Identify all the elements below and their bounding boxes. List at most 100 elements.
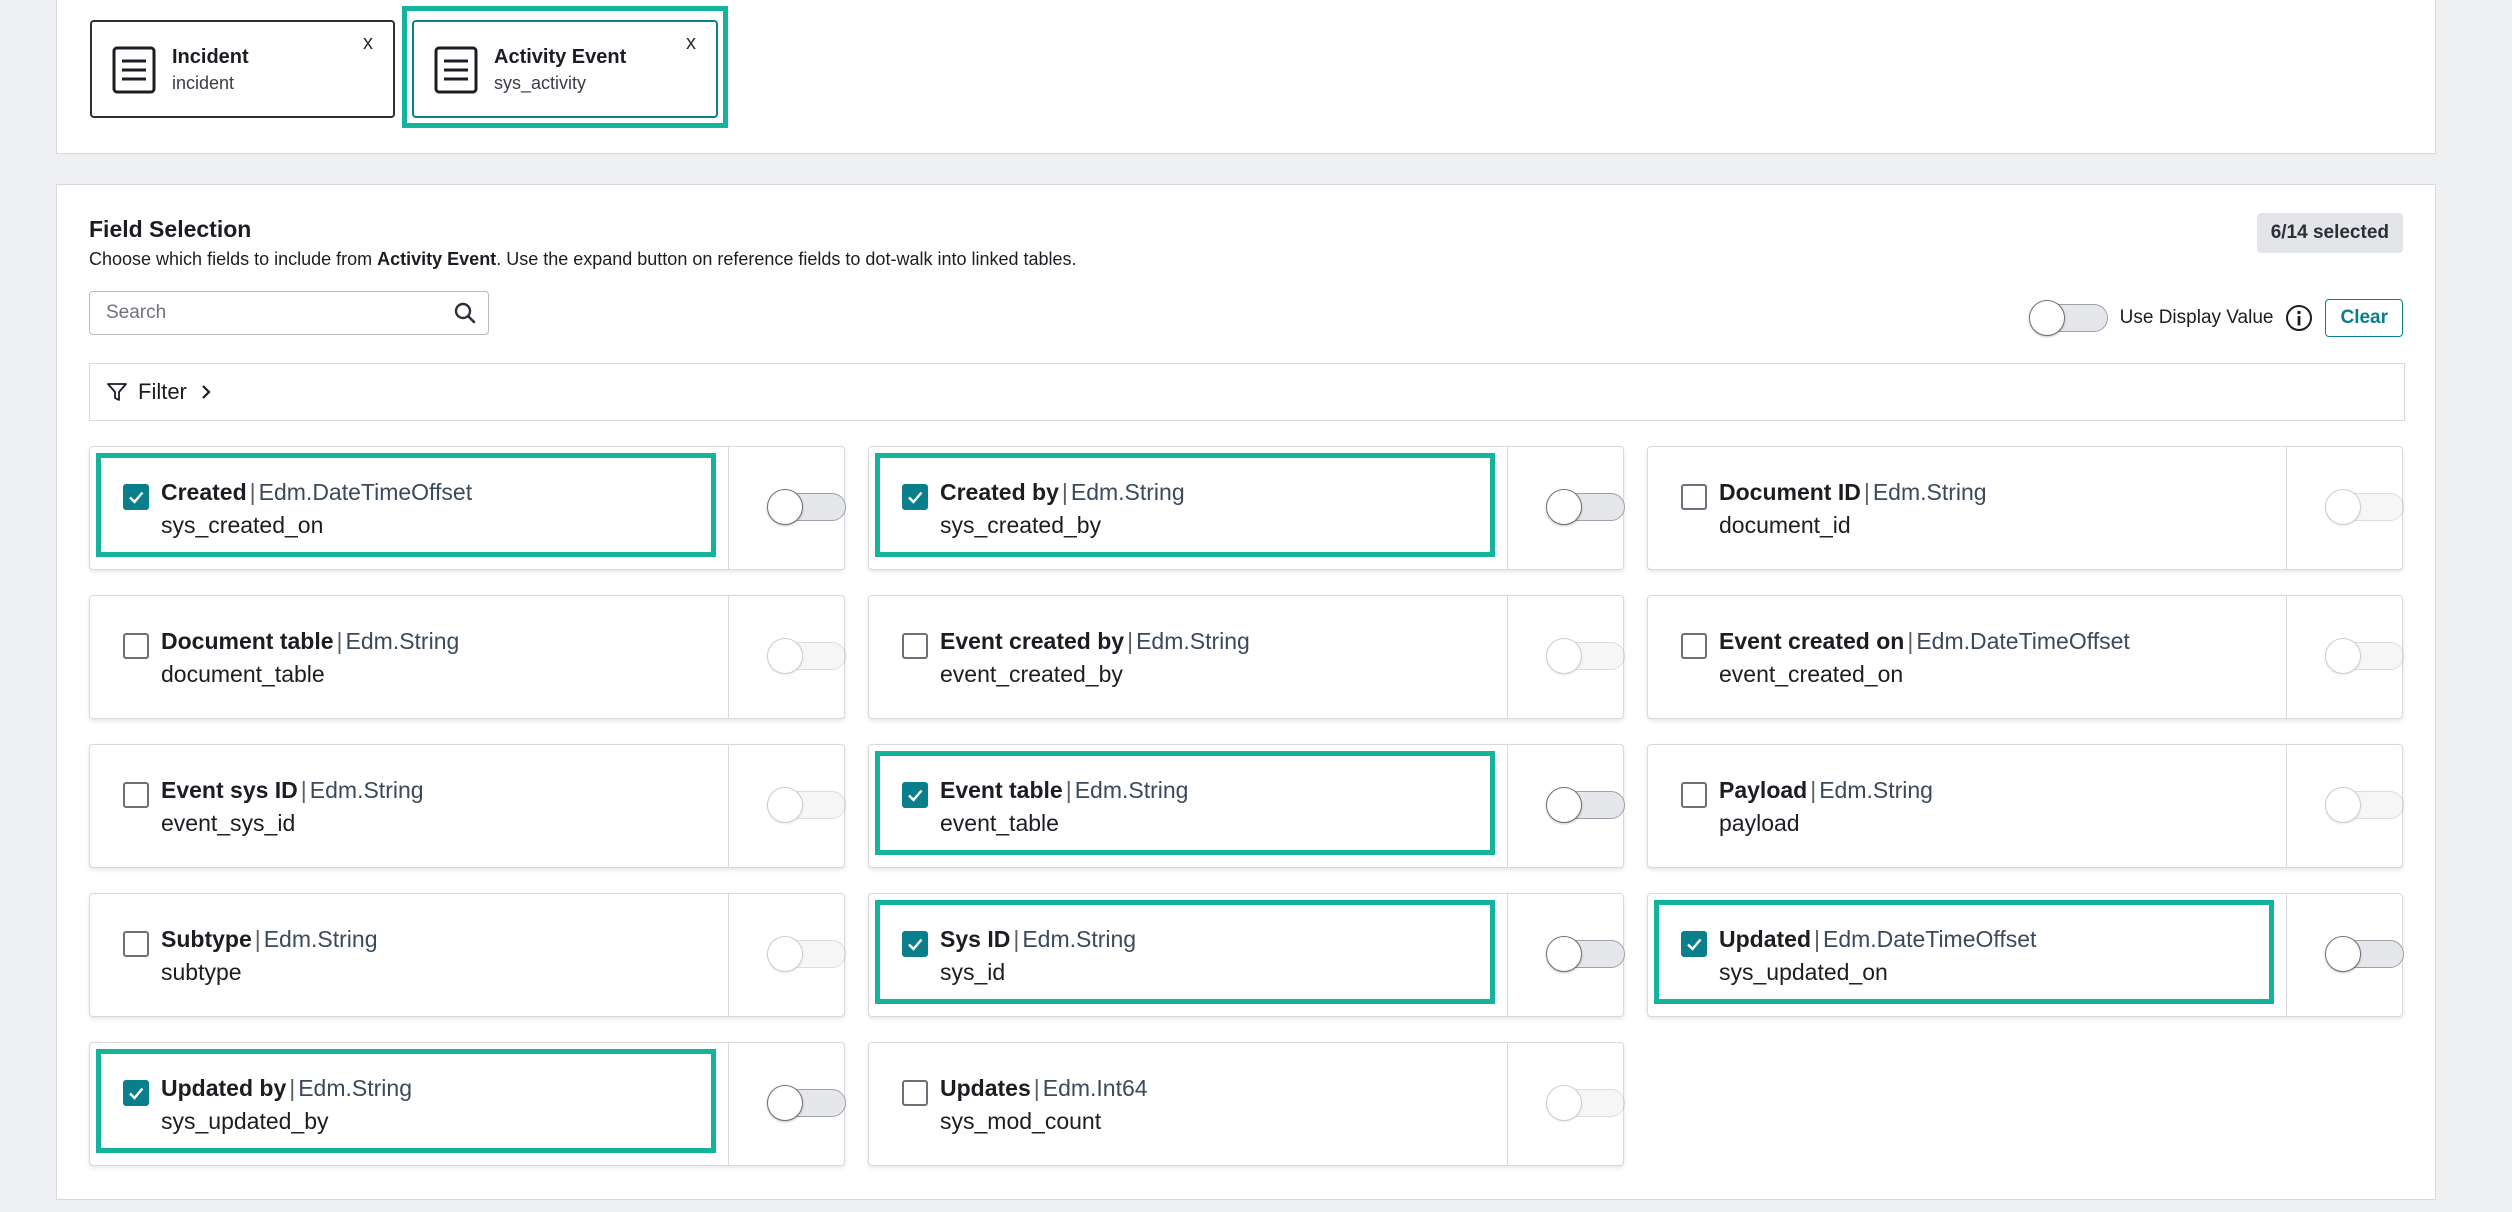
field-checkbox[interactable] — [123, 931, 149, 957]
field-display-value-toggle — [767, 787, 846, 823]
field-card[interactable]: Sys ID | Edm.String sys_id — [868, 893, 1625, 1017]
field-separator: | — [1013, 926, 1020, 952]
search-box — [89, 291, 489, 335]
selected-count-badge: 6/14 selected — [2256, 213, 2403, 253]
field-checkbox[interactable] — [902, 1080, 928, 1106]
display-value-controls: Use Display Value Clear — [2028, 298, 2403, 338]
field-checkbox[interactable] — [1681, 931, 1707, 957]
field-key: sys_mod_count — [940, 1108, 1102, 1134]
field-checkbox[interactable] — [123, 484, 149, 510]
field-info[interactable]: Event sys ID | Edm.String event_sys_id — [90, 745, 728, 867]
field-display-value-toggle — [2325, 638, 2404, 674]
field-info[interactable]: Document table | Edm.String document_table — [90, 596, 728, 718]
field-display-value-toggle[interactable] — [2325, 936, 2404, 972]
table-card-subtitle: sys_activity — [494, 73, 587, 93]
search-icon[interactable] — [454, 302, 476, 324]
use-display-value-toggle[interactable] — [2028, 300, 2108, 336]
field-display-value-toggle[interactable] — [767, 489, 846, 525]
field-info[interactable]: Event created on | Edm.DateTimeOffset event… — [1648, 596, 2286, 718]
field-info[interactable]: Updates | Edm.Int64 sys_mod_count — [869, 1043, 1507, 1165]
search-input[interactable] — [104, 292, 438, 334]
field-key: event_created_on — [1719, 661, 1904, 687]
field-checkbox[interactable] — [902, 782, 928, 808]
field-name: Event sys ID — [161, 777, 298, 803]
field-display-value-toggle — [2325, 489, 2404, 525]
field-type: Edm.String — [345, 628, 460, 654]
field-title: Event table | Edm.String — [940, 777, 1188, 804]
field-display-value-toggle[interactable] — [767, 1085, 846, 1121]
field-separator: | — [1863, 479, 1870, 505]
toggle-knob — [1546, 1085, 1582, 1121]
field-info[interactable]: Updated | Edm.DateTimeOffset sys_updated_on — [1648, 894, 2286, 1016]
list-icon — [112, 46, 156, 94]
field-type: Edm.String — [309, 777, 424, 803]
table-card-incident[interactable]: Incident incident x — [90, 20, 395, 118]
field-name: Created by — [940, 479, 1059, 505]
field-card[interactable]: Updates | Edm.Int64 sys_mod_count — [868, 1042, 1625, 1166]
field-checkbox[interactable] — [123, 782, 149, 808]
field-info[interactable]: Document ID | Edm.String document_id — [1648, 447, 2286, 569]
info-icon[interactable] — [2285, 304, 2313, 332]
field-card[interactable]: Event created by | Edm.String event_created… — [868, 595, 1625, 719]
field-card[interactable]: Created | Edm.DateTimeOffset sys_created_on — [89, 446, 846, 570]
toggle-knob — [2325, 787, 2361, 823]
field-card[interactable]: Event sys ID | Edm.String event_sys_id — [89, 744, 846, 868]
field-checkbox[interactable] — [1681, 782, 1707, 808]
field-title: Event created on | Edm.DateTimeOffset — [1719, 628, 2130, 655]
field-key: sys_created_by — [940, 512, 1102, 538]
field-card[interactable]: Payload | Edm.String payload — [1647, 744, 2404, 868]
field-info[interactable]: Subtype | Edm.String subtype — [90, 894, 728, 1016]
toggle-knob — [767, 1085, 803, 1121]
card-divider — [1507, 1043, 1508, 1165]
field-name: Payload — [1719, 777, 1808, 803]
filter-icon — [107, 383, 127, 401]
field-checkbox[interactable] — [902, 484, 928, 510]
toggle-knob — [1546, 638, 1582, 674]
field-type: Edm.String — [1074, 777, 1189, 803]
clear-button[interactable]: Clear — [2325, 299, 2403, 337]
close-icon[interactable]: x — [363, 32, 373, 55]
toggle-knob — [767, 638, 803, 674]
field-checkbox[interactable] — [1681, 633, 1707, 659]
field-card[interactable]: Document table | Edm.String document_table — [89, 595, 846, 719]
field-info[interactable]: Created | Edm.DateTimeOffset sys_created_on — [90, 447, 728, 569]
field-info[interactable]: Updated by | Edm.String sys_updated_by — [90, 1043, 728, 1165]
field-separator: | — [254, 926, 261, 952]
field-info[interactable]: Sys ID | Edm.String sys_id — [869, 894, 1507, 1016]
card-divider — [1507, 894, 1508, 1016]
section-description: Choose which fields to include from Acti… — [89, 249, 1077, 270]
field-title: Event created by | Edm.String — [940, 628, 1250, 655]
field-display-value-toggle[interactable] — [1546, 489, 1625, 525]
field-card[interactable]: Subtype | Edm.String subtype — [89, 893, 846, 1017]
field-info[interactable]: Created by | Edm.String sys_created_by — [869, 447, 1507, 569]
use-display-value-label: Use Display Value — [2119, 307, 2274, 328]
field-card[interactable]: Created by | Edm.String sys_created_by — [868, 446, 1625, 570]
table-card-activity-event[interactable]: Activity Event sys_activity x — [412, 20, 718, 118]
field-checkbox[interactable] — [123, 633, 149, 659]
table-card-title: Activity Event — [494, 46, 627, 68]
field-display-value-toggle[interactable] — [1546, 936, 1625, 972]
field-checkbox[interactable] — [902, 931, 928, 957]
field-display-value-toggle — [1546, 1085, 1625, 1121]
field-name: Updated — [1719, 926, 1811, 952]
filter-bar[interactable]: Filter — [89, 363, 2405, 421]
field-separator: | — [1033, 1075, 1040, 1101]
field-card[interactable]: Updated | Edm.DateTimeOffset sys_updated_on — [1647, 893, 2404, 1017]
field-checkbox[interactable] — [1681, 484, 1707, 510]
field-key: sys_updated_on — [1719, 959, 1888, 985]
close-icon[interactable]: x — [686, 32, 696, 55]
field-card[interactable]: Event created on | Edm.DateTimeOffset event… — [1647, 595, 2404, 719]
field-info[interactable]: Event table | Edm.String event_table — [869, 745, 1507, 867]
field-info[interactable]: Payload | Edm.String payload — [1648, 745, 2286, 867]
field-checkbox[interactable] — [902, 633, 928, 659]
section-title: Field Selection — [89, 216, 252, 242]
field-checkbox[interactable] — [123, 1080, 149, 1106]
field-info[interactable]: Event created by | Edm.String event_created… — [869, 596, 1507, 718]
field-title: Payload | Edm.String — [1719, 777, 1933, 804]
field-display-value-toggle[interactable] — [1546, 787, 1625, 823]
field-card[interactable]: Updated by | Edm.String sys_updated_by — [89, 1042, 846, 1166]
field-card[interactable]: Document ID | Edm.String document_id — [1647, 446, 2404, 570]
field-title: Subtype | Edm.String — [161, 926, 377, 953]
field-card[interactable]: Event table | Edm.String event_table — [868, 744, 1625, 868]
field-type: Edm.String — [1070, 479, 1185, 505]
